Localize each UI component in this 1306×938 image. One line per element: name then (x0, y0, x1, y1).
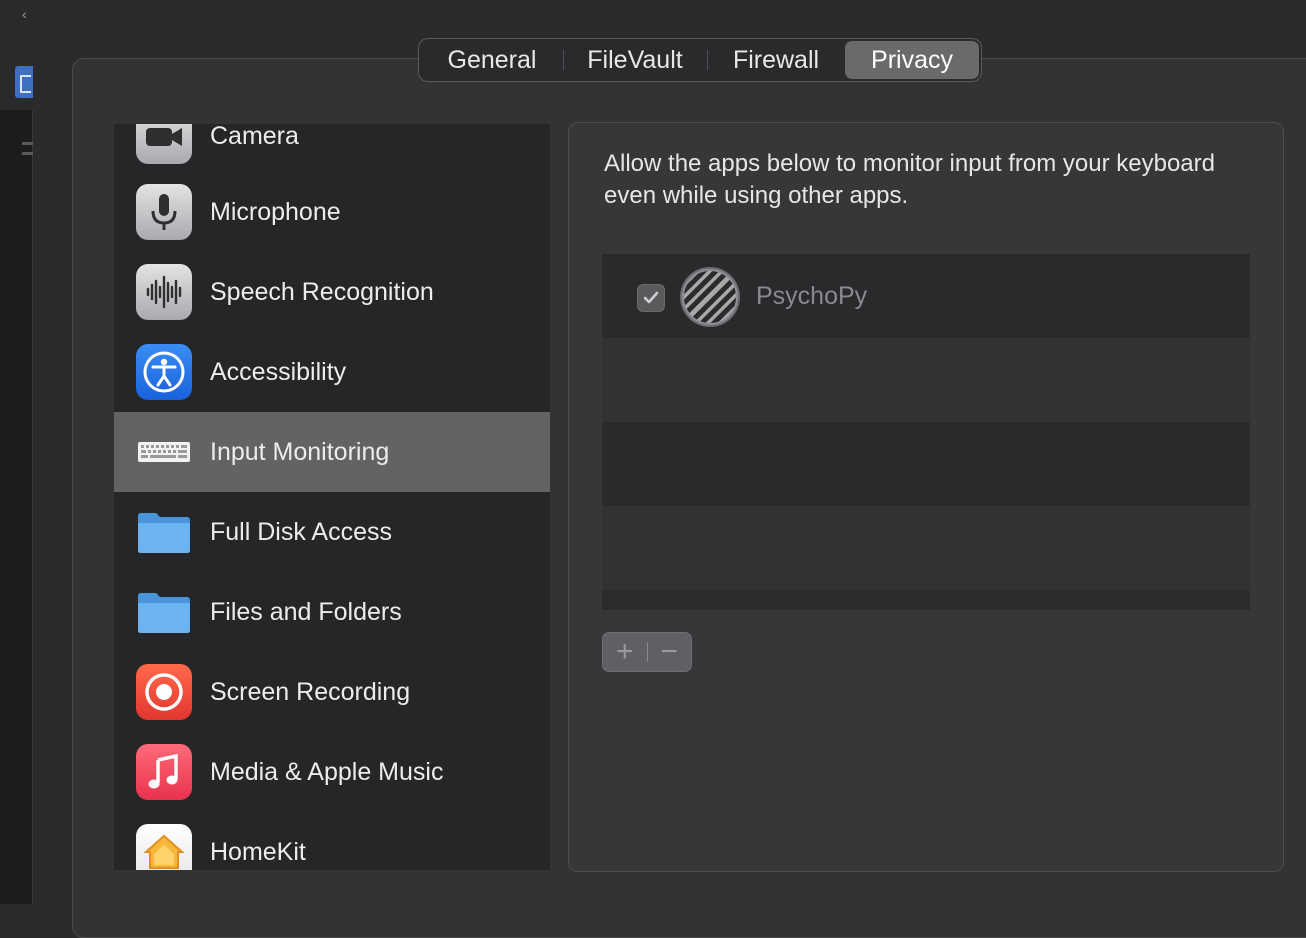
camera-icon (136, 124, 192, 164)
remove-app-button[interactable]: − (647, 633, 691, 671)
privacy-category-list[interactable]: Camera Microphone Speech Recognition Acc… (114, 124, 550, 870)
waveform-icon (136, 264, 192, 320)
home-icon (136, 824, 192, 870)
sidebar-item-full-disk-access[interactable]: Full Disk Access (114, 492, 550, 572)
keyboard-icon (136, 424, 192, 480)
background-app-icon (15, 66, 33, 98)
sidebar-item-homekit[interactable]: HomeKit (114, 812, 550, 870)
psychopy-icon (679, 266, 741, 328)
tab-general[interactable]: General (421, 41, 563, 79)
sidebar-item-label: HomeKit (210, 837, 306, 866)
folder-icon (136, 584, 192, 640)
sidebar-item-label: Accessibility (210, 357, 347, 386)
sidebar-item-label: Microphone (210, 197, 341, 226)
folder-icon (136, 504, 192, 560)
sidebar-item-label: Input Monitoring (210, 437, 390, 466)
tab-bar: General FileVault Firewall Privacy (418, 38, 982, 82)
app-name: PsychoPy (756, 282, 868, 310)
app-row[interactable]: PsychoPy (602, 254, 1250, 338)
sidebar-item-microphone[interactable]: Microphone (114, 172, 550, 252)
sidebar-item-label: Screen Recording (210, 677, 411, 706)
record-icon (136, 664, 192, 720)
permission-description: Allow the apps below to monitor input fr… (604, 150, 1215, 209)
app-permission-checkbox[interactable] (637, 284, 665, 312)
tab-privacy[interactable]: Privacy (845, 41, 979, 79)
empty-row (602, 506, 1250, 590)
background-window-strip: ‹ (0, 0, 33, 904)
microphone-icon (136, 184, 192, 240)
chevron-left-icon: ‹ (22, 6, 27, 22)
sidebar-item-label: Full Disk Access (210, 517, 392, 546)
empty-row (602, 422, 1250, 506)
sidebar-item-label: Media & Apple Music (210, 757, 444, 786)
sidebar-item-accessibility[interactable]: Accessibility (114, 332, 550, 412)
sidebar-item-screen-recording[interactable]: Screen Recording (114, 652, 550, 732)
music-note-icon (136, 744, 192, 800)
sidebar-item-input-monitoring[interactable]: Input Monitoring (114, 412, 550, 492)
tab-firewall[interactable]: Firewall (707, 41, 845, 79)
sidebar-item-media-apple-music[interactable]: Media & Apple Music (114, 732, 550, 812)
sidebar-item-camera[interactable]: Camera (114, 124, 550, 176)
sidebar-item-label: Speech Recognition (210, 277, 434, 306)
sidebar-item-speech-recognition[interactable]: Speech Recognition (114, 252, 550, 332)
empty-row (602, 338, 1250, 422)
sidebar-item-files-and-folders[interactable]: Files and Folders (114, 572, 550, 652)
add-app-button[interactable]: + (603, 633, 647, 671)
sidebar-item-label: Camera (210, 124, 299, 150)
tab-filevault[interactable]: FileVault (563, 41, 707, 79)
sidebar-item-label: Files and Folders (210, 597, 402, 626)
add-remove-control: + − (602, 632, 692, 672)
app-permission-list[interactable]: PsychoPy (602, 254, 1250, 610)
accessibility-icon (136, 344, 192, 400)
checkmark-icon (643, 291, 659, 304)
background-lines-icon (22, 142, 33, 162)
